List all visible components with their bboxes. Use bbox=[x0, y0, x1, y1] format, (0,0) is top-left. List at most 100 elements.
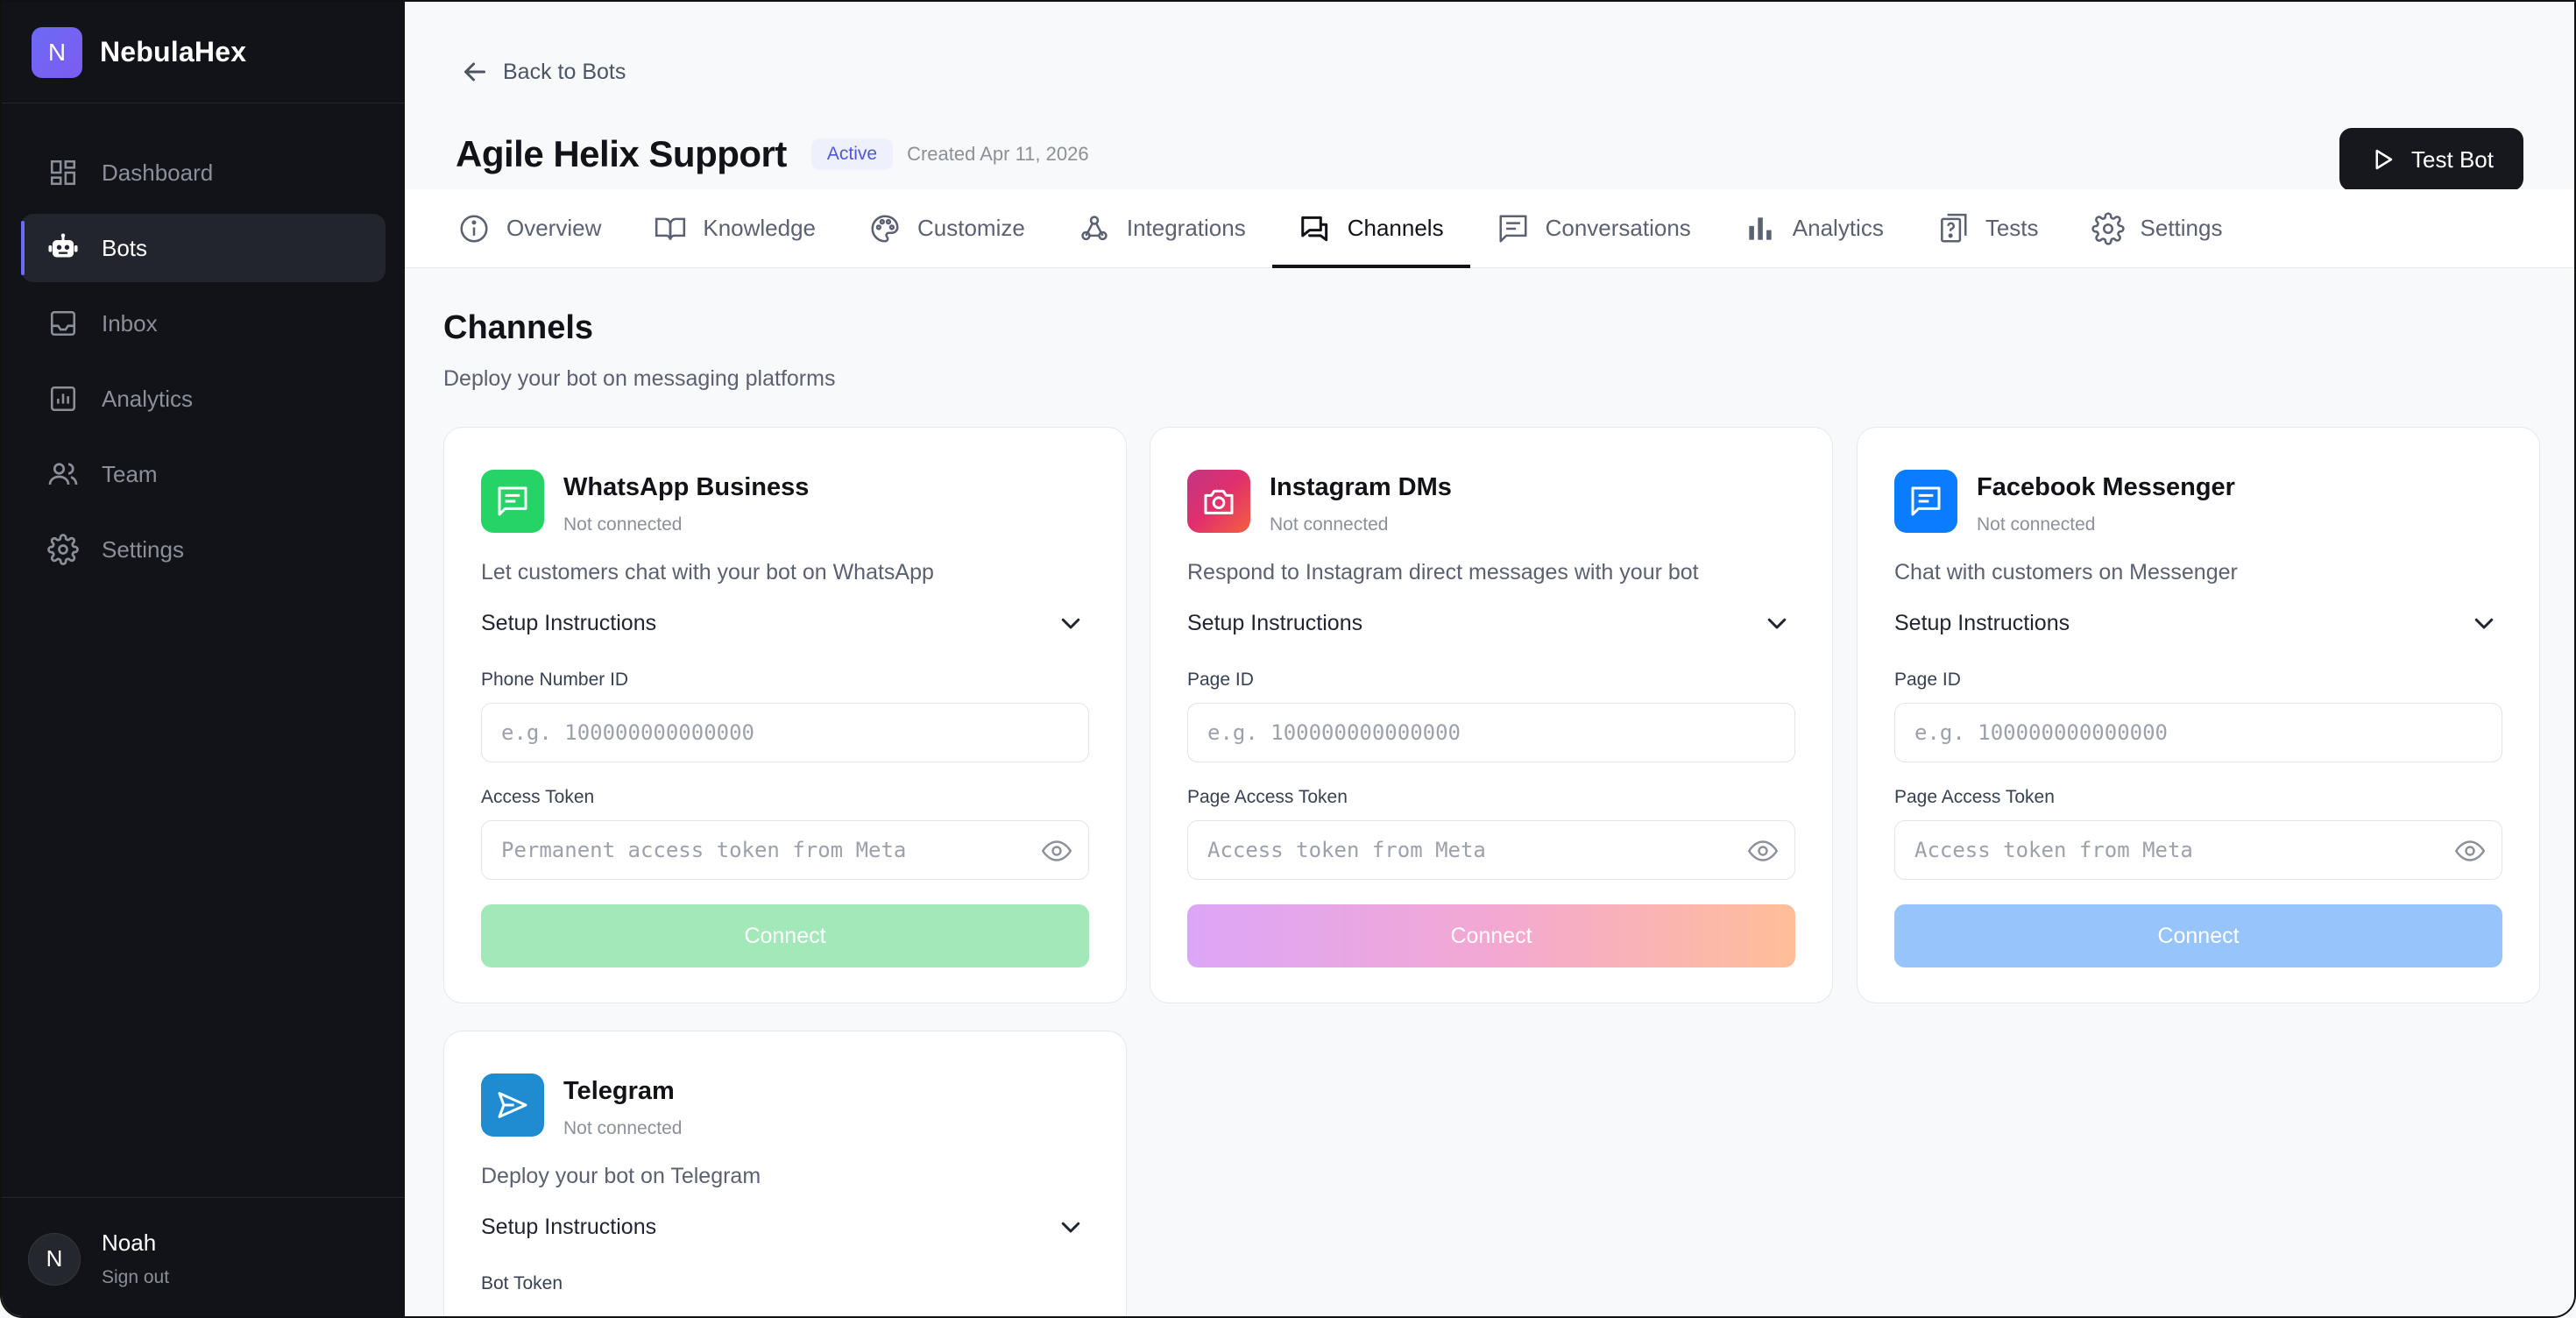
tab-integrations[interactable]: Integrations bbox=[1051, 189, 1272, 267]
setup-instructions-toggle[interactable]: Setup Instructions bbox=[481, 1214, 1089, 1240]
brand-logo[interactable]: N bbox=[32, 26, 82, 78]
channel-description: Respond to Instagram direct messages wit… bbox=[1187, 560, 1699, 585]
tab-customize[interactable]: Customize bbox=[842, 189, 1051, 267]
sidebar-item-analytics[interactable]: Analytics bbox=[21, 365, 386, 433]
setup-instructions-toggle[interactable]: Setup Instructions bbox=[1187, 610, 1795, 636]
chat-bubbles-icon bbox=[1299, 212, 1332, 245]
page-id-field bbox=[1894, 703, 2502, 762]
gear-icon bbox=[2091, 211, 2125, 245]
chevron-down-icon bbox=[1061, 618, 1080, 629]
card-header: Instagram DMs Not connected bbox=[1187, 470, 1795, 535]
channels-section: Channels Deploy your bot on messaging pl… bbox=[405, 269, 2574, 1316]
field-label: Access Token bbox=[481, 787, 595, 807]
page-id-input[interactable] bbox=[1895, 704, 2502, 762]
book-icon bbox=[654, 212, 687, 245]
channel-description: Deploy your bot on Telegram bbox=[481, 1164, 761, 1188]
section-subtitle: Deploy your bot on messaging platforms bbox=[443, 366, 836, 391]
tab-channels[interactable]: Channels bbox=[1271, 189, 1470, 268]
user-panel: N Noah Sign out bbox=[2, 1197, 405, 1316]
dashboard-icon bbox=[46, 155, 81, 190]
field-label: Page ID bbox=[1187, 670, 1254, 690]
eye-icon[interactable] bbox=[1039, 835, 1074, 867]
inbox-icon bbox=[46, 306, 81, 341]
section-title: Channels bbox=[443, 309, 594, 346]
page-access-token-field bbox=[1894, 820, 2502, 880]
sidebar-nav: Dashboard Bots Inbox Analytics Team Sett… bbox=[2, 103, 405, 584]
app-window: N NebulaHex Dashboard Bots Inbox Analyti… bbox=[0, 0, 2576, 1318]
card-meta: WhatsApp Business Not connected bbox=[563, 470, 809, 535]
card-header: WhatsApp Business Not connected bbox=[481, 470, 1089, 535]
setup-instructions-toggle[interactable]: Setup Instructions bbox=[1894, 610, 2502, 636]
page-title: Agile Helix Support bbox=[456, 133, 787, 174]
connect-button[interactable]: Connect bbox=[1894, 904, 2502, 967]
eye-icon[interactable] bbox=[1745, 835, 1780, 867]
messenger-icon bbox=[1894, 470, 1957, 533]
instagram-icon bbox=[1187, 470, 1250, 533]
brand: N NebulaHex bbox=[2, 2, 405, 103]
chevron-down-icon bbox=[2474, 618, 2494, 629]
channel-card-telegram: Telegram Not connected Deploy your bot o… bbox=[443, 1031, 1127, 1316]
tab-tests[interactable]: Tests bbox=[1910, 189, 2065, 267]
card-meta: Facebook Messenger Not connected bbox=[1977, 470, 2235, 535]
telegram-icon bbox=[481, 1074, 544, 1137]
field-label: Bot Token bbox=[481, 1273, 563, 1293]
access-token-input[interactable] bbox=[482, 821, 1088, 879]
page-access-token-input[interactable] bbox=[1188, 821, 1794, 879]
page-header: Back to Bots Agile Helix Support Active … bbox=[405, 2, 2574, 191]
tab-settings[interactable]: Settings bbox=[2065, 189, 2249, 267]
field-label: Page Access Token bbox=[1187, 787, 1348, 807]
back-link[interactable]: Back to Bots bbox=[459, 56, 626, 88]
setup-instructions-toggle[interactable]: Setup Instructions bbox=[481, 610, 1089, 636]
back-label: Back to Bots bbox=[503, 59, 626, 84]
tab-knowledge[interactable]: Knowledge bbox=[627, 189, 842, 267]
whatsapp-icon bbox=[481, 470, 544, 533]
sidebar-item-team[interactable]: Team bbox=[21, 440, 386, 508]
channel-name: WhatsApp Business bbox=[563, 473, 810, 501]
eye-icon[interactable] bbox=[2452, 835, 2488, 867]
card-meta: Instagram DMs Not connected bbox=[1270, 470, 1452, 535]
tab-conversations[interactable]: Conversations bbox=[1470, 189, 1717, 267]
gear-icon bbox=[46, 532, 81, 567]
tab-label: Knowledge bbox=[703, 215, 817, 241]
connect-button[interactable]: Connect bbox=[481, 904, 1089, 967]
user-info: Noah Sign out bbox=[102, 1229, 169, 1288]
sidebar-item-bots[interactable]: Bots bbox=[21, 214, 386, 282]
page-access-token-input[interactable] bbox=[1895, 821, 2502, 879]
field-label: Phone Number ID bbox=[481, 670, 629, 690]
chevron-down-icon bbox=[1061, 1222, 1080, 1233]
chevron-down-icon bbox=[1767, 618, 1787, 629]
sidebar-item-dashboard[interactable]: Dashboard bbox=[21, 138, 386, 207]
sidebar-item-settings[interactable]: Settings bbox=[21, 515, 386, 584]
sidebar-item-inbox[interactable]: Inbox bbox=[21, 289, 386, 358]
channel-name: Facebook Messenger bbox=[1977, 473, 2235, 501]
setup-label: Setup Instructions bbox=[1894, 610, 2070, 635]
test-bot-button[interactable]: Test Bot bbox=[2339, 128, 2523, 191]
main-panel: Back to Bots Agile Helix Support Active … bbox=[405, 2, 2574, 1316]
chart-icon bbox=[46, 381, 81, 416]
field-label: Page Access Token bbox=[1894, 787, 2055, 807]
field-label: Page ID bbox=[1894, 670, 1961, 690]
phone-number-id-input[interactable] bbox=[482, 704, 1088, 762]
info-icon bbox=[457, 212, 491, 245]
tab-label: Conversations bbox=[1545, 215, 1691, 241]
tab-label: Integrations bbox=[1126, 215, 1246, 241]
created-date: Created Apr 11, 2026 bbox=[907, 143, 1089, 165]
avatar[interactable]: N bbox=[28, 1232, 81, 1286]
channel-name: Telegram bbox=[563, 1077, 675, 1105]
palette-icon bbox=[868, 212, 902, 245]
sidebar-item-label: Analytics bbox=[102, 385, 194, 412]
user-name: Noah bbox=[102, 1229, 157, 1256]
channel-description: Let customers chat with your bot on What… bbox=[481, 560, 934, 585]
tab-overview[interactable]: Overview bbox=[431, 189, 627, 267]
test-icon bbox=[1936, 212, 1970, 245]
tab-analytics[interactable]: Analytics bbox=[1717, 189, 1910, 267]
connect-button[interactable]: Connect bbox=[1187, 904, 1795, 967]
play-icon bbox=[2369, 146, 2396, 173]
team-icon bbox=[46, 457, 81, 492]
brand-name: NebulaHex bbox=[100, 36, 247, 67]
page-id-input[interactable] bbox=[1188, 704, 1794, 762]
setup-label: Setup Instructions bbox=[481, 610, 657, 635]
sign-out-link[interactable]: Sign out bbox=[102, 1267, 169, 1288]
tab-label: Overview bbox=[506, 215, 602, 241]
tab-label: Analytics bbox=[1792, 215, 1884, 241]
